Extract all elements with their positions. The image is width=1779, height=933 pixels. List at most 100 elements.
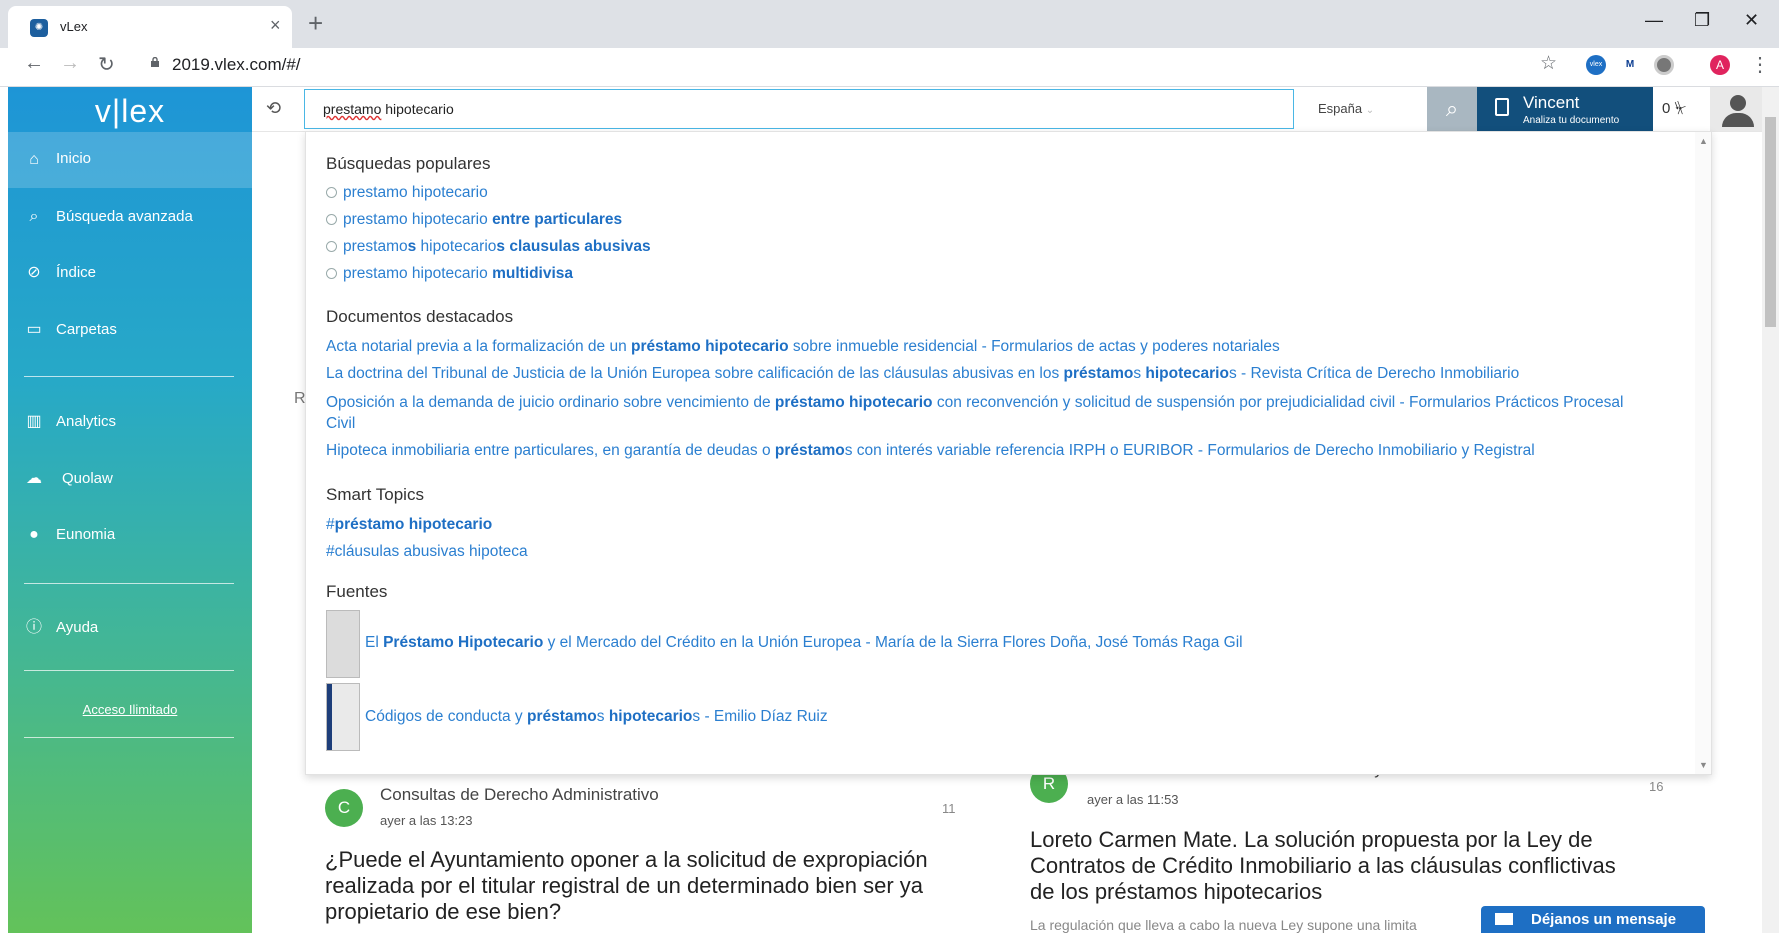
- smart-topic-link[interactable]: #cláusulas abusivas hipoteca: [326, 543, 528, 561]
- book-cover-thumbnail[interactable]: [326, 683, 360, 751]
- dropdown-scrollbar[interactable]: ▲ ▼: [1695, 132, 1711, 774]
- vincent-title: Vincent: [1523, 93, 1580, 112]
- vlex-extension-icon[interactable]: vlex: [1586, 55, 1606, 75]
- card-snippet: La regulación que lleva a cabo la nueva …: [1030, 917, 1417, 933]
- sidebar-item-label: Inicio: [56, 150, 92, 167]
- vincent-button[interactable]: Vincent Analiza tu documento: [1477, 87, 1653, 131]
- popular-search-item[interactable]: prestamo hipotecario: [326, 184, 488, 202]
- reload-icon[interactable]: ↻: [98, 52, 115, 77]
- browser-menu-icon[interactable]: ⋮: [1750, 52, 1770, 77]
- search-icon: ⌕: [1445, 96, 1459, 121]
- search-query[interactable]: prestamo hipotecario: [323, 101, 454, 117]
- featured-document-link[interactable]: Oposición a la demanda de juicio ordinar…: [326, 392, 1686, 434]
- card-title[interactable]: ¿Puede el Ayuntamiento oponer a la solic…: [325, 847, 965, 925]
- extension-circle-icon[interactable]: [1654, 55, 1674, 75]
- scrollbar-thumb[interactable]: [1765, 117, 1776, 327]
- history-icon[interactable]: ⟲: [266, 98, 281, 119]
- top-bar: ⟲ prestamo hipotecario España ⌄ ⌕ Vincen…: [252, 87, 1779, 132]
- sidebar-item-label: Carpetas: [56, 321, 117, 338]
- bookmark-star-icon[interactable]: ☆: [1540, 52, 1557, 75]
- envelope-icon: [1495, 913, 1513, 925]
- source-link[interactable]: El Préstamo Hipotecario y el Mercado del…: [365, 634, 1243, 652]
- smart-topic-link[interactable]: #préstamo hipotecario: [326, 516, 492, 534]
- profile-avatar[interactable]: A: [1710, 55, 1730, 75]
- back-icon[interactable]: ←: [24, 52, 44, 75]
- card-time: ayer a las 13:23: [380, 813, 473, 828]
- minimize-icon[interactable]: —: [1645, 10, 1663, 31]
- browser-toolbar: ← → ↻ 2019.vlex.com/#/ ☆ vlex M A ⋮: [0, 48, 1779, 87]
- popular-search-item[interactable]: prestamos hipotecarios clausulas abusiva…: [326, 238, 651, 256]
- featured-documents-heading: Documentos destacados: [326, 307, 514, 326]
- search-input[interactable]: prestamo hipotecario: [304, 89, 1294, 129]
- sidebar-item-eunomia[interactable]: ● Eunomia: [8, 516, 252, 554]
- maximize-icon[interactable]: ❐: [1694, 10, 1710, 31]
- sidebar-divider: [24, 376, 234, 377]
- featured-document-link[interactable]: La doctrina del Tribunal de Justicia de …: [326, 365, 1519, 383]
- popular-search-item[interactable]: prestamo hipotecario multidivisa: [326, 265, 573, 283]
- sources-heading: Fuentes: [326, 582, 388, 601]
- avatar: C: [325, 789, 363, 827]
- search-button[interactable]: ⌕: [1427, 87, 1477, 131]
- card-title[interactable]: Loreto Carmen Mate. La solución propuest…: [1030, 827, 1680, 905]
- close-window-icon[interactable]: ✕: [1744, 10, 1759, 31]
- country-select[interactable]: España ⌄: [1318, 101, 1374, 116]
- popular-search-item[interactable]: prestamo hipotecario entre particulares: [326, 211, 622, 229]
- sidebar-item-quolaw[interactable]: ☁ Quolaw: [8, 460, 252, 498]
- sidebar-divider: [24, 670, 234, 671]
- feed-card[interactable]: C Consultas de Derecho Administrativo ay…: [305, 775, 975, 933]
- sidebar-item-label: Quolaw: [62, 470, 113, 487]
- sidebar-item-ayuda[interactable]: ⓘ Ayuda: [8, 609, 252, 647]
- search-icon: ⌕: [29, 208, 39, 225]
- sidebar-item-carpetas[interactable]: ▭ Carpetas: [8, 311, 252, 349]
- vlex-logo[interactable]: v|lex: [8, 93, 252, 130]
- vlex-favicon-icon: ✺: [30, 19, 48, 37]
- book-cover-thumbnail[interactable]: [326, 610, 360, 678]
- source-link[interactable]: Códigos de conducta y préstamos hipoteca…: [365, 708, 828, 726]
- browser-tab[interactable]: ✺ vLex ×: [8, 6, 292, 48]
- sidebar-divider: [24, 737, 234, 738]
- bar-chart-icon: ▥: [26, 413, 42, 430]
- scroll-up-icon[interactable]: ▲: [1699, 136, 1708, 146]
- featured-document-link[interactable]: Hipoteca inmobiliaria entre particulares…: [326, 442, 1535, 460]
- tab-title: vLex: [60, 19, 88, 34]
- scroll-down-icon[interactable]: ▼: [1699, 760, 1708, 770]
- credits-counter[interactable]: 0 ⏧: [1662, 100, 1686, 117]
- lightbulb-icon: ●: [29, 526, 39, 543]
- user-avatar[interactable]: [1710, 87, 1766, 131]
- sidebar-item-label: Ayuda: [56, 619, 99, 636]
- document-icon: [1495, 98, 1509, 116]
- search-icon: [326, 268, 337, 280]
- country-label: España: [1318, 101, 1363, 116]
- sidebar-item-analytics[interactable]: ▥ Analytics: [8, 403, 252, 441]
- cloud-icon: ☁: [26, 470, 42, 487]
- sidebar-item-inicio[interactable]: ⌂ Inicio: [8, 132, 252, 188]
- card-count: 16: [1649, 779, 1664, 794]
- new-tab-icon[interactable]: +: [308, 8, 323, 39]
- sidebar-divider: [24, 583, 234, 584]
- sidebar-item-busqueda-avanzada[interactable]: ⌕ Búsqueda avanzada: [8, 198, 252, 236]
- sidebar-item-label: Búsqueda avanzada: [56, 208, 193, 225]
- leave-message-label: Déjanos un mensaje: [1531, 911, 1677, 928]
- acceso-ilimitado-link[interactable]: Acceso Ilimitado: [8, 702, 252, 717]
- compass-icon: ⊘: [27, 264, 41, 281]
- sidebar-item-indice[interactable]: ⊘ Índice: [8, 254, 252, 292]
- home-icon: ⌂: [29, 151, 39, 168]
- chevron-down-icon: ⌄: [1365, 105, 1375, 116]
- search-icon: [326, 214, 337, 226]
- background-letter: R: [294, 390, 306, 407]
- featured-document-link[interactable]: Acta notarial previa a la formalización …: [326, 338, 1280, 356]
- info-icon: ⓘ: [25, 619, 42, 636]
- popular-searches-heading: Búsquedas populares: [326, 154, 491, 173]
- close-tab-icon[interactable]: ×: [270, 15, 281, 36]
- card-source[interactable]: Consultas de Derecho Administrativo: [380, 785, 659, 805]
- vincent-subtitle: Analiza tu documento: [1523, 115, 1620, 126]
- card-time: ayer a las 11:53: [1087, 792, 1179, 807]
- user-icon: [1730, 95, 1746, 111]
- forward-icon[interactable]: →: [60, 52, 80, 75]
- m-extension-icon[interactable]: M: [1620, 55, 1640, 75]
- leave-message-button[interactable]: Déjanos un mensaje: [1481, 906, 1705, 933]
- lock-icon: [151, 57, 159, 67]
- page-scrollbar[interactable]: [1762, 87, 1779, 933]
- address-bar[interactable]: 2019.vlex.com/#/: [172, 55, 301, 75]
- sidebar-item-label: Eunomia: [56, 526, 116, 543]
